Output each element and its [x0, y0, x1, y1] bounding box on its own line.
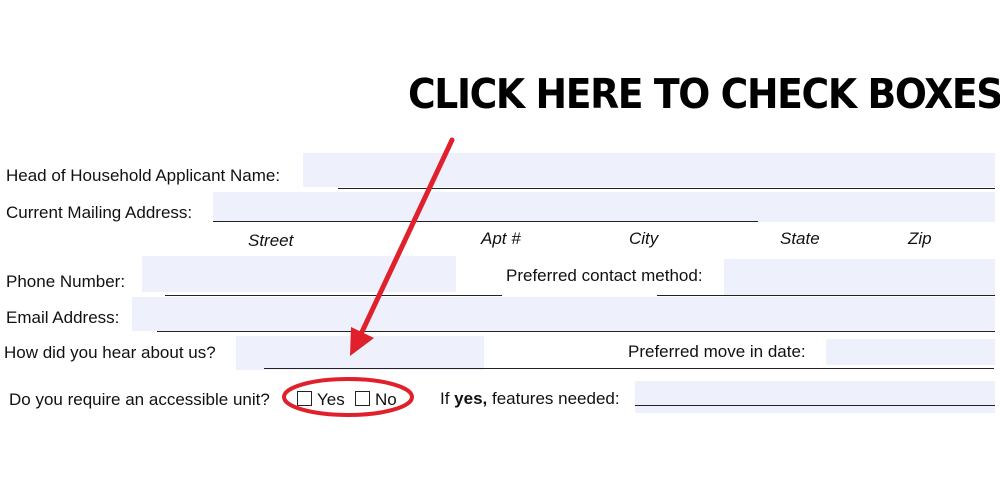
features-needed-field[interactable] — [635, 381, 995, 413]
accessible-yes-option[interactable]: Yes — [297, 390, 345, 410]
yes-label: Yes — [317, 390, 345, 409]
contact-method-label: Preferred contact method: — [506, 266, 703, 285]
no-checkbox[interactable] — [355, 391, 370, 406]
move-in-date-field[interactable] — [826, 339, 995, 365]
phone-number-label: Phone Number: — [6, 272, 126, 291]
phone-number-underline — [165, 295, 502, 296]
contact-method-field[interactable] — [724, 259, 995, 295]
mailing-address-underline — [213, 221, 758, 222]
apt-sublabel: Apt # — [481, 229, 521, 248]
features-needed-label: If yes, features needed: — [440, 389, 620, 409]
accessible-unit-label: Do you require an accessible unit? — [9, 390, 270, 409]
features-if-text: If — [440, 389, 455, 408]
email-address-label: Email Address: — [6, 308, 120, 327]
yes-checkbox[interactable] — [297, 391, 312, 406]
head-name-field[interactable] — [303, 153, 995, 187]
street-sublabel: Street — [248, 231, 294, 250]
no-label: No — [375, 390, 397, 409]
state-sublabel: State — [780, 229, 820, 248]
click-here-headline: CLICK HERE TO CHECK BOXES — [408, 70, 1000, 118]
head-name-underline — [338, 188, 995, 189]
contact-method-underline — [657, 295, 995, 296]
mailing-address-field[interactable] — [213, 192, 995, 222]
head-name-label: Head of Household Applicant Name: — [6, 166, 281, 185]
email-address-field[interactable] — [132, 297, 995, 331]
move-in-date-label: Preferred move in date: — [628, 342, 806, 361]
features-yes-text: yes, — [454, 389, 488, 408]
features-needed-underline — [635, 405, 995, 406]
hear-about-us-underline — [264, 368, 994, 369]
zip-sublabel: Zip — [908, 229, 932, 248]
phone-number-field[interactable] — [142, 256, 456, 292]
hear-about-us-field[interactable] — [236, 336, 484, 370]
email-address-underline — [157, 331, 995, 332]
accessible-no-option[interactable]: No — [355, 390, 397, 410]
hear-about-us-label: How did you hear about us? — [4, 343, 216, 362]
features-rest-text: features needed: — [487, 389, 620, 408]
mailing-address-label: Current Mailing Address: — [6, 203, 193, 222]
city-sublabel: City — [629, 229, 659, 248]
